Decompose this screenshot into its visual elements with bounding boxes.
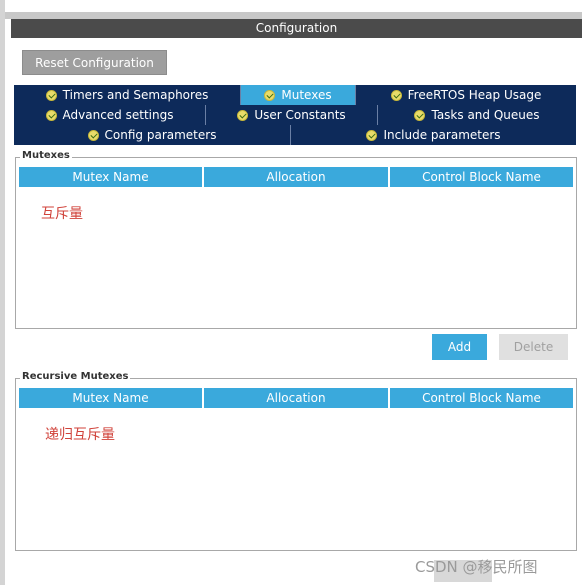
check-icon (45, 109, 57, 121)
check-icon (87, 129, 99, 141)
check-icon (237, 109, 249, 121)
tab-row-1: Timers and Semaphores Mutexes FreeRTOS H… (14, 85, 576, 105)
add-button[interactable]: Add (432, 334, 487, 360)
recursive-table-header: Mutex Name Allocation Control Block Name (19, 388, 573, 408)
check-icon (390, 89, 402, 101)
column-mutex-name[interactable]: Mutex Name (19, 167, 204, 187)
recursive-mutexes-note: 递归互斥量 (45, 427, 115, 443)
left-edge (0, 0, 5, 585)
tab-tasks-and-queues[interactable]: Tasks and Queues (378, 105, 576, 125)
tab-config-parameters[interactable]: Config parameters (14, 125, 291, 145)
page-title: Configuration (11, 19, 582, 38)
mutexes-note: 互斥量 (41, 206, 83, 222)
recursive-mutexes-group-title: Recursive Mutexes (20, 371, 131, 382)
gray-bar (5, 12, 582, 19)
column-mutex-name[interactable]: Mutex Name (19, 388, 204, 408)
tab-label: Include parameters (383, 128, 501, 142)
tab-label: User Constants (254, 108, 346, 122)
tab-row-2: Advanced settings User Constants Tasks a… (14, 105, 576, 125)
recursive-mutexes-group: Recursive Mutexes Mutex Name Allocation … (15, 371, 577, 551)
mutexes-group: Mutexes Mutex Name Allocation Control Bl… (15, 150, 577, 329)
column-allocation[interactable]: Allocation (204, 388, 390, 408)
mutexes-group-title: Mutexes (20, 150, 72, 161)
check-icon (366, 129, 378, 141)
column-allocation[interactable]: Allocation (204, 167, 390, 187)
watermark: CSDN @移民所图 (415, 558, 538, 576)
tab-label: Advanced settings (62, 108, 174, 122)
tab-mutexes[interactable]: Mutexes (241, 85, 356, 105)
tab-label: Config parameters (104, 128, 217, 142)
tab-timers-and-semaphores[interactable]: Timers and Semaphores (14, 85, 241, 105)
check-icon (414, 109, 426, 121)
tab-label: FreeRTOS Heap Usage (407, 88, 542, 102)
reset-configuration-button[interactable]: Reset Configuration (22, 50, 167, 75)
tab-label: Tasks and Queues (431, 108, 540, 122)
column-control-block-name[interactable]: Control Block Name (390, 388, 573, 408)
tab-include-parameters[interactable]: Include parameters (291, 125, 576, 145)
tab-user-constants[interactable]: User Constants (206, 105, 378, 125)
top-strip (5, 0, 582, 12)
check-icon (264, 89, 276, 101)
column-control-block-name[interactable]: Control Block Name (390, 167, 573, 187)
tab-freertos-heap-usage[interactable]: FreeRTOS Heap Usage (356, 85, 576, 105)
delete-button[interactable]: Delete (499, 334, 568, 360)
tab-label: Mutexes (281, 88, 332, 102)
tab-advanced-settings[interactable]: Advanced settings (14, 105, 206, 125)
tab-row-3: Config parameters Include parameters (14, 125, 576, 145)
tab-label: Timers and Semaphores (62, 88, 209, 102)
mutexes-table-header: Mutex Name Allocation Control Block Name (19, 167, 573, 187)
check-icon (45, 89, 57, 101)
